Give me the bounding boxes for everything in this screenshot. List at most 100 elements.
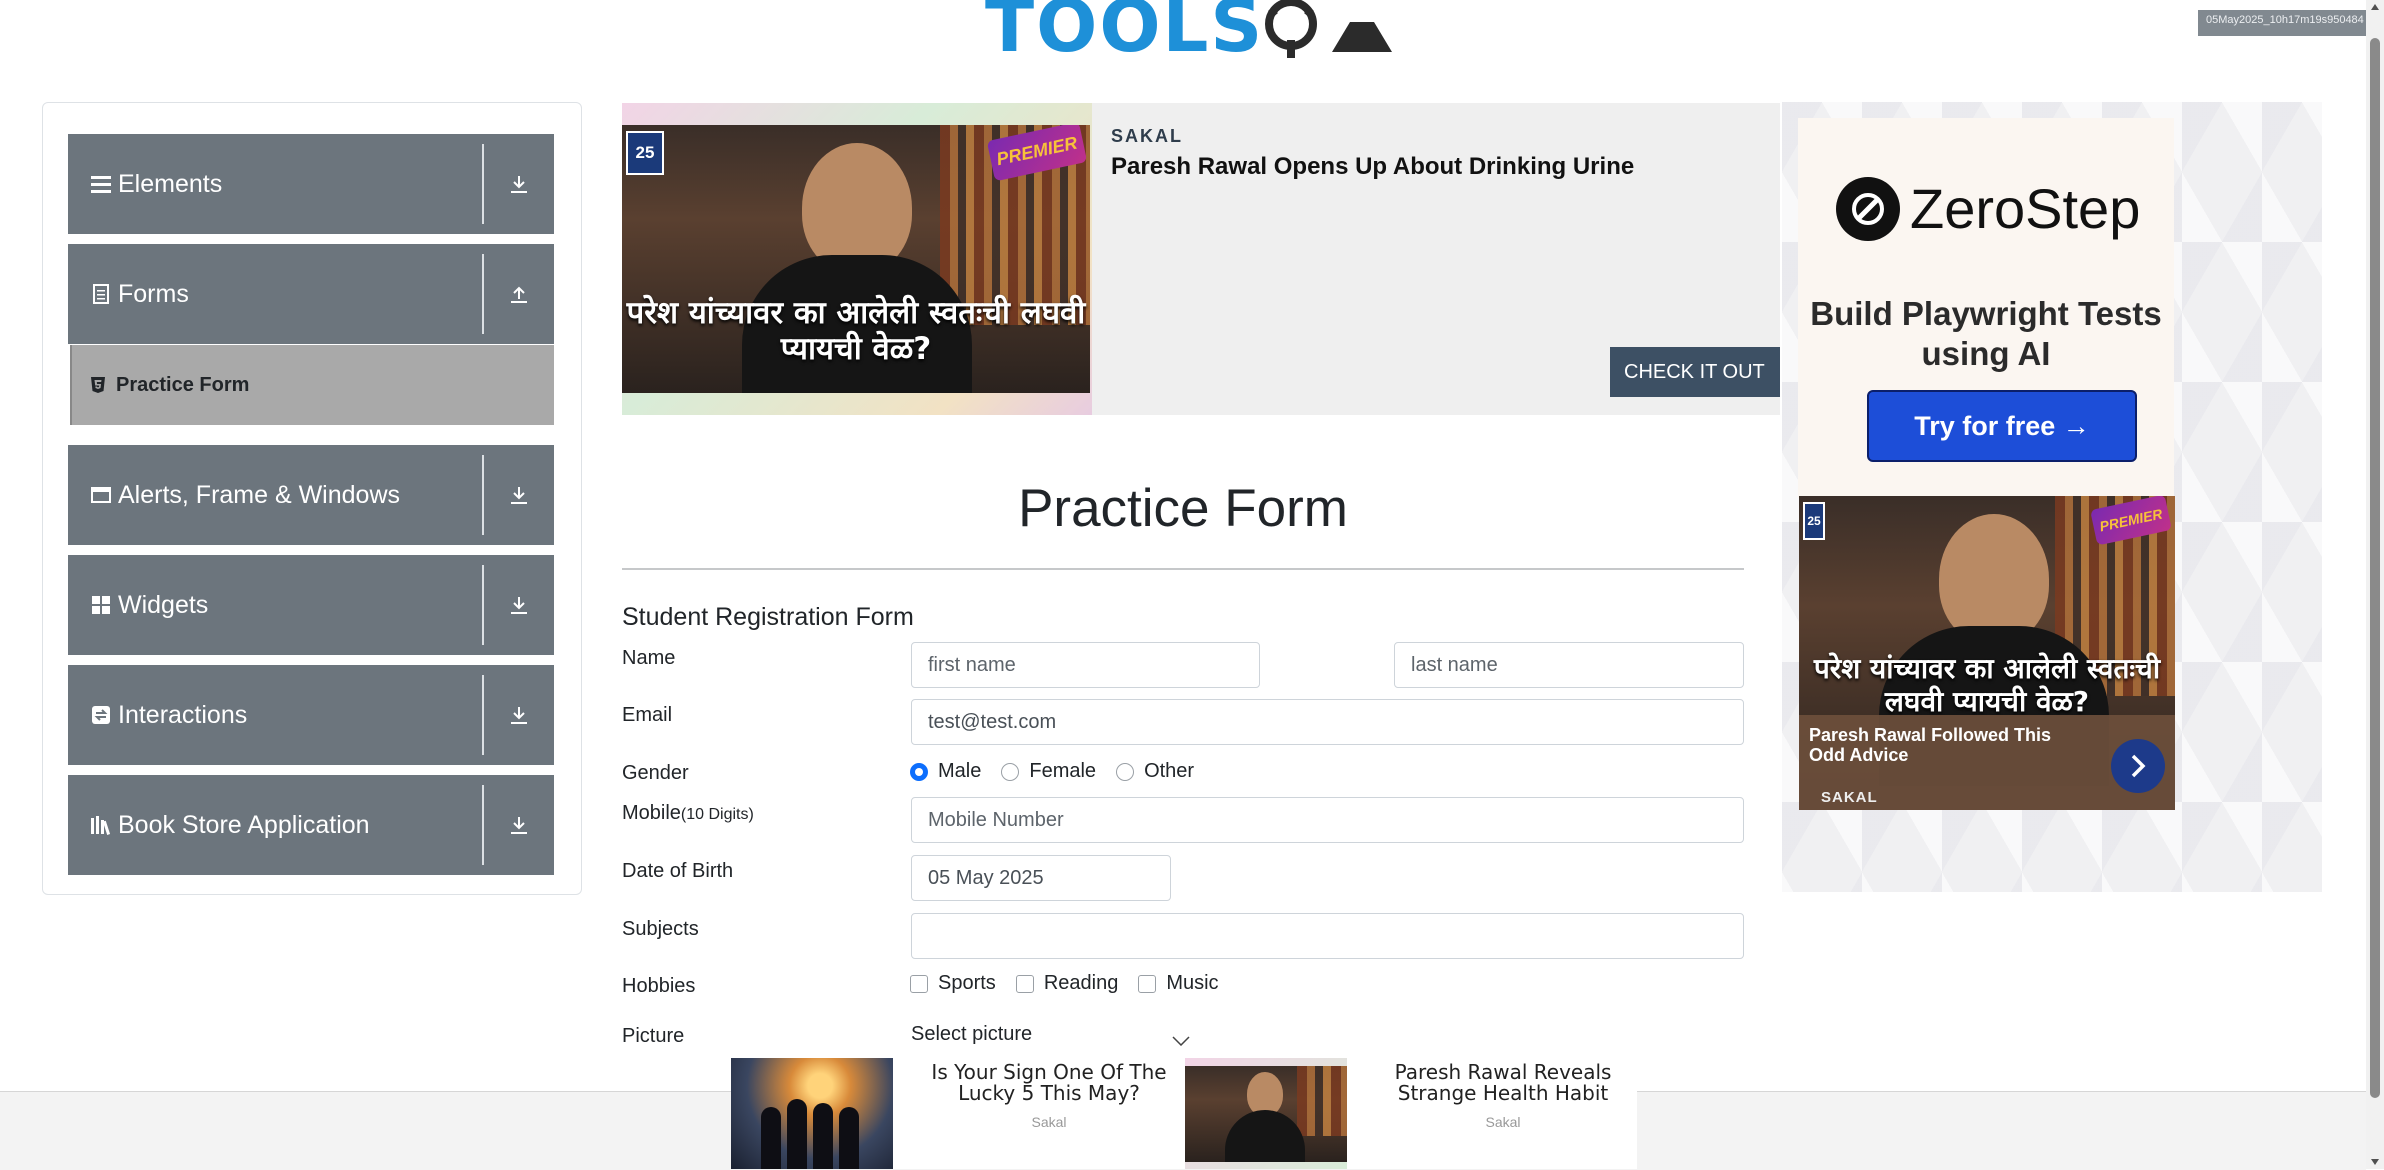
sidebar-group-label: Alerts, Frame & Windows: [118, 480, 401, 509]
gender-other-option[interactable]: Other: [1116, 760, 1194, 783]
radio-label: Male: [938, 760, 982, 782]
next-arrow-icon[interactable]: [2111, 739, 2165, 793]
checkbox-label: Sports: [938, 972, 996, 994]
hobby-reading-option[interactable]: Reading: [1015, 972, 1119, 995]
ad-thumbnail: [1185, 1058, 1347, 1169]
radio-other[interactable]: [1116, 762, 1135, 781]
checkbox-label: Music: [1166, 972, 1219, 994]
hobby-music-option[interactable]: Music: [1138, 972, 1219, 995]
bottom-ad-1[interactable]: Is Your Sign One Of The Lucky 5 This May…: [731, 1058, 1191, 1169]
checkbox-music[interactable]: [1138, 974, 1157, 993]
expand-arrow-icon[interactable]: [484, 485, 554, 505]
sidebar-group-label: Elements: [118, 169, 223, 198]
ad-headline[interactable]: Paresh Rawal Opens Up About Drinking Uri…: [1111, 153, 1634, 181]
zodiac-people-image: [731, 1058, 893, 1169]
ad-source: Sakal: [1031, 1114, 1067, 1130]
ad-title: Paresh Rawal Reveals Strange Health Habi…: [1394, 1060, 1612, 1105]
scroll-up-arrow-icon[interactable]: [2371, 4, 2379, 10]
radio-female[interactable]: [1001, 762, 1020, 781]
ad-thumbnail: [731, 1058, 893, 1169]
sidebar-group-book-store[interactable]: Book Store Application: [68, 775, 554, 875]
toolsqa-logo[interactable]: TOOLS: [985, 0, 1402, 62]
zerostep-tagline: Build Playwright Tests using AI: [1810, 295, 2162, 372]
last-name-input[interactable]: [1394, 642, 1744, 688]
first-name-input[interactable]: [911, 642, 1260, 688]
scroll-down-arrow-icon[interactable]: [2371, 1159, 2379, 1165]
try-for-free-button[interactable]: Try for free →: [1867, 390, 2137, 462]
dob-label: Date of Birth: [622, 860, 734, 882]
sidebar-group-widgets[interactable]: Widgets: [68, 555, 554, 655]
title-divider: [622, 568, 1744, 570]
scrollbar-thumb[interactable]: [2370, 38, 2380, 1098]
select-picture-button[interactable]: Select picture: [911, 1023, 1032, 1046]
subjects-input[interactable]: [911, 913, 1744, 959]
subjects-label: Subjects: [622, 918, 699, 940]
email-input[interactable]: [911, 699, 1744, 745]
hamburger-icon: [90, 173, 112, 195]
radio-label: Other: [1144, 760, 1195, 782]
radio-label: Female: [1029, 760, 1097, 782]
right-news-ad[interactable]: 25 PREMIER परेश यांच्यावर का आलेली स्वतः…: [1799, 496, 2175, 810]
divider: [482, 565, 484, 645]
timestamp-watermark: 05May2025_10h17m19s950484: [2198, 10, 2366, 36]
page-title: Practice Form: [1018, 479, 1348, 538]
sidebar-group-label: Forms: [118, 279, 189, 308]
top-ad-banner[interactable]: 25 PREMIER परेश यांच्यावर का आलेली स्वतः…: [622, 103, 1780, 415]
document-icon: [90, 283, 112, 305]
expand-arrow-icon[interactable]: [484, 705, 554, 725]
expand-arrow-icon[interactable]: [484, 595, 554, 615]
swap-icon: [90, 704, 112, 726]
zerostep-brand: ZeroStep: [1910, 177, 2141, 240]
mobile-input[interactable]: [911, 797, 1744, 843]
ad-thumbnail: 25 PREMIER परेश यांच्यावर का आलेली स्वतः…: [622, 103, 1092, 415]
chevron-down-icon[interactable]: [1172, 1036, 1190, 1046]
ad-source: SAKAL: [1111, 126, 1183, 146]
sidebar-group-alerts[interactable]: Alerts, Frame & Windows: [68, 445, 554, 545]
html5-icon: [91, 377, 105, 393]
collapse-arrow-icon[interactable]: [484, 284, 554, 304]
zerostep-ad[interactable]: ZeroStep Build Playwright Tests using AI…: [1798, 118, 2174, 498]
gender-female-option[interactable]: Female: [1001, 760, 1096, 783]
sidebar-item-label: Practice Form: [116, 373, 250, 396]
sidebar: Elements Forms Practice Form Alerts, Fra…: [42, 102, 582, 895]
news-title: Paresh Rawal Followed This Odd Advice: [1809, 725, 2052, 765]
logo-a-icon: [1332, 22, 1393, 52]
checkbox-reading[interactable]: [1015, 974, 1034, 993]
email-label: Email: [622, 704, 673, 726]
page-scrollbar[interactable]: [2366, 0, 2384, 1169]
gender-male-option[interactable]: Male: [910, 760, 981, 783]
gender-label: Gender: [622, 762, 689, 784]
badge-25: 25: [626, 131, 664, 175]
news-overlay: Paresh Rawal Followed This Odd Advice SA…: [1799, 715, 2175, 810]
expand-arrow-icon[interactable]: [484, 815, 554, 835]
right-ad-panel: ZeroStep Build Playwright Tests using AI…: [1782, 102, 2322, 892]
sidebar-group-forms[interactable]: Forms: [68, 244, 554, 344]
picture-label: Picture: [622, 1025, 685, 1047]
checkbox-sports[interactable]: [910, 974, 928, 993]
gender-radio-group: Male Female Other: [910, 760, 1214, 783]
window-icon: [90, 484, 112, 506]
ad-image-caption: परेश यांच्यावर का आलेली स्वतःची लघवी प्य…: [626, 295, 1086, 367]
logo-text: TOOLS: [985, 0, 1265, 68]
divider: [482, 785, 484, 865]
news-source: SAKAL: [1821, 789, 1878, 806]
sidebar-item-practice-form[interactable]: Practice Form: [70, 345, 554, 425]
form-subtitle: Student Registration Form: [622, 603, 914, 631]
ad-title: Is Your Sign One Of The Lucky 5 This May…: [931, 1060, 1167, 1105]
sidebar-group-interactions[interactable]: Interactions: [68, 665, 554, 765]
hobbies-label: Hobbies: [622, 975, 696, 997]
divider: [482, 675, 484, 755]
divider: [482, 254, 484, 334]
check-it-out-button[interactable]: CHECK IT OUT: [1610, 347, 1780, 397]
sidebar-group-label: Book Store Application: [118, 810, 370, 839]
expand-arrow-icon[interactable]: [484, 174, 554, 194]
hobby-sports-option[interactable]: Sports: [910, 972, 996, 995]
mobile-hint: (10 Digits): [680, 806, 754, 823]
date-of-birth-input[interactable]: [911, 855, 1171, 901]
checkbox-label: Reading: [1043, 972, 1119, 994]
sidebar-group-label: Interactions: [118, 700, 248, 729]
radio-male[interactable]: [910, 762, 928, 781]
mobile-label: Mobile(10 Digits): [622, 802, 754, 824]
bottom-ad-2[interactable]: Paresh Rawal Reveals Strange Health Habi…: [1185, 1058, 1637, 1169]
sidebar-group-elements[interactable]: Elements: [68, 134, 554, 234]
